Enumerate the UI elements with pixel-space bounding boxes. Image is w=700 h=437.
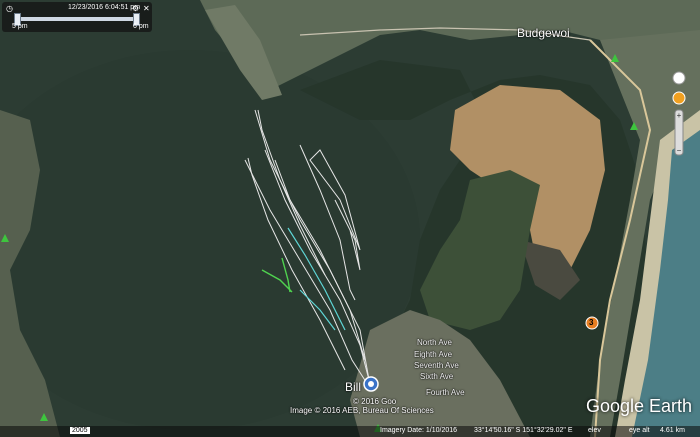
image-credit-text: Image © 2016 AEB, Bureau Of Sciences [290, 406, 434, 415]
time-slider-end-label: 6 pm [133, 23, 149, 30]
status-bar: 2005 Imagery Date: 1/10/2016 33°14'50.16… [0, 426, 700, 437]
navigation-controls[interactable]: + − [664, 70, 694, 160]
settings-wrench-icon[interactable]: ⚙ [132, 5, 139, 13]
elevation-label: elev [588, 427, 601, 434]
map-viewport[interactable]: ◷ 12/23/2016 6:04:51 pm ⚙ ✕ 5 pm 6 pm Bu… [0, 0, 700, 437]
street-label-fourth-ave: Fourth Ave [426, 388, 465, 397]
place-label-billy[interactable]: Bill [345, 380, 361, 394]
zoom-in-icon[interactable]: + [677, 111, 682, 120]
placemark-icon[interactable] [363, 376, 379, 392]
street-label-eighth-ave: Eighth Ave [414, 350, 453, 359]
time-slider-datetime: 12/23/2016 6:04:51 pm [68, 4, 140, 11]
time-slider-date: 12/23/2016 [68, 4, 104, 11]
street-label-north-ave: North Ave [417, 338, 452, 347]
street-label-sixth-ave: Sixth Ave [420, 372, 454, 381]
eye-altitude-label: eye alt [629, 427, 650, 434]
road-shield-number: 3 [589, 318, 594, 327]
time-slider-track[interactable] [16, 17, 138, 21]
compass-north-icon[interactable] [672, 71, 686, 85]
road-badge: 2005 [70, 427, 90, 434]
pointer-coordinates: 33°14'50.16" S 151°32'29.02" E [474, 427, 573, 434]
eye-altitude-value: 4.61 km [660, 427, 685, 434]
google-earth-logo: Google Earth [586, 396, 693, 416]
street-label-seventh-ave: Seventh Ave [414, 361, 459, 370]
place-label-budgewoi[interactable]: Budgewoi [517, 26, 570, 40]
time-slider-start-label: 5 pm [12, 23, 28, 30]
clock-icon[interactable]: ◷ [6, 5, 13, 13]
imagery-date: Imagery Date: 1/10/2016 [380, 427, 458, 434]
street-view-pegman-icon[interactable] [672, 91, 686, 105]
time-slider-panel[interactable]: ◷ 12/23/2016 6:04:51 pm ⚙ ✕ 5 pm 6 pm [2, 2, 152, 32]
satellite-imagery[interactable] [0, 0, 700, 437]
close-icon[interactable]: ✕ [143, 5, 150, 13]
copyright-text: © 2016 Goo [353, 397, 397, 406]
zoom-out-icon[interactable]: − [677, 146, 682, 155]
